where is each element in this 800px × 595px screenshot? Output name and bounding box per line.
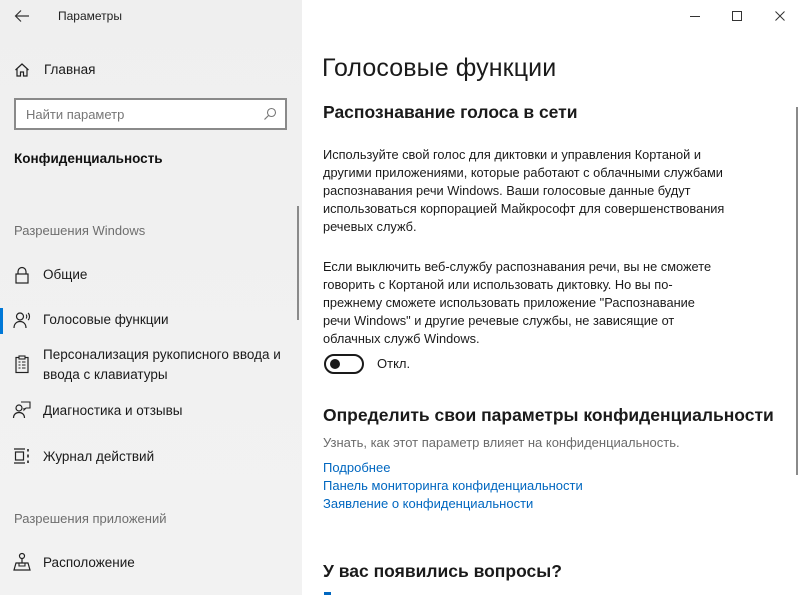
active-indicator (0, 308, 3, 334)
toggle-knob (330, 359, 340, 369)
text-line: речи Windows" и другие речевые службы, н… (323, 313, 675, 328)
sidebar: Параметры Главная Конфиденциальность Раз… (0, 0, 302, 595)
speech-person-icon (13, 312, 31, 329)
text-line: Если выключить веб-службу распознавания … (323, 259, 712, 274)
minimize-icon (690, 16, 700, 17)
text-line: распознавания речи Windows. Ваши голосов… (323, 183, 691, 198)
sidebar-item-activity-history[interactable]: Журнал действий (0, 445, 296, 471)
text-line: речевых служб. (323, 219, 417, 234)
sidebar-item-label: Главная (44, 62, 96, 77)
sidebar-item-diagnostics[interactable]: Диагностика и отзывы (0, 399, 296, 425)
sidebar-item-inking-typing[interactable]: Персонализация рукописного ввода и ввода… (0, 344, 296, 388)
online-speech-warning: Если выключить веб-службу распознавания … (323, 258, 783, 348)
sidebar-item-speech[interactable]: Голосовые функции (0, 308, 296, 334)
sidebar-item-general[interactable]: Общие (0, 263, 296, 289)
timeline-icon (14, 448, 29, 464)
text-line: говорить с Кортаной или использовать дик… (323, 277, 673, 292)
text-line: прежнему сможете использовать приложение… (323, 295, 695, 310)
close-button[interactable] (757, 2, 800, 30)
sidebar-scrollbar[interactable] (297, 206, 299, 320)
link-privacy-dashboard[interactable]: Панель мониторинга конфиденциальности (323, 478, 583, 493)
location-icon (13, 552, 31, 571)
text-line: использоваться корпорацией Майкрософт дл… (323, 201, 725, 216)
current-section-title: Конфиденциальность (14, 151, 163, 166)
sidebar-item-label: Диагностика и отзывы (43, 403, 183, 418)
text-line: другими приложениями, которые работают с… (323, 165, 723, 180)
lock-icon (15, 266, 29, 284)
section-heading-questions: У вас появились вопросы? (323, 561, 562, 581)
toggle-state-label: Откл. (377, 356, 411, 371)
feedback-person-icon (12, 401, 31, 419)
section-heading-online-speech: Распознавание голоса в сети (323, 102, 578, 122)
home-icon (15, 63, 29, 77)
group-header-app-permissions: Разрешения приложений (14, 511, 167, 526)
online-speech-toggle[interactable] (324, 354, 364, 374)
back-button[interactable] (10, 4, 34, 28)
search-input[interactable] (16, 100, 256, 128)
search-icon[interactable] (263, 107, 277, 121)
privacy-description: Узнать, как этот параметр влияет на конф… (323, 435, 680, 450)
sidebar-item-label-line1: Персонализация рукописного ввода и (43, 347, 281, 362)
app-title: Параметры (58, 9, 122, 23)
page-title: Голосовые функции (322, 54, 557, 82)
minimize-button[interactable] (672, 2, 718, 30)
close-icon (775, 11, 785, 21)
link-learn-more[interactable]: Подробнее (323, 460, 390, 475)
sidebar-item-label: Общие (43, 267, 88, 282)
maximize-button[interactable] (714, 2, 760, 30)
maximize-icon (732, 11, 742, 21)
sidebar-item-label: Журнал действий (43, 449, 155, 464)
sidebar-item-location[interactable]: Расположение (0, 551, 296, 577)
arrow-left-icon (14, 10, 29, 22)
group-header-windows-permissions: Разрешения Windows (14, 223, 146, 238)
online-speech-description: Используйте свой голос для диктовки и уп… (323, 146, 783, 236)
main-scrollbar[interactable] (796, 107, 798, 475)
sidebar-item-label-line2: ввода с клавиатуры (43, 367, 168, 382)
title-bar: Параметры (0, 0, 302, 34)
sidebar-item-label: Расположение (43, 555, 135, 570)
sidebar-item-home[interactable]: Главная (0, 56, 302, 84)
sidebar-item-label: Голосовые функции (43, 312, 169, 327)
search-box[interactable] (14, 98, 287, 130)
link-privacy-statement[interactable]: Заявление о конфиденциальности (323, 496, 533, 511)
text-line: Используйте свой голос для диктовки и уп… (323, 147, 701, 162)
main-content: Голосовые функции Распознавание голоса в… (302, 0, 800, 595)
section-heading-privacy: Определить свои параметры конфиденциальн… (323, 405, 774, 425)
text-line: облачных служб Windows. (323, 331, 480, 346)
clipboard-icon (15, 355, 29, 374)
